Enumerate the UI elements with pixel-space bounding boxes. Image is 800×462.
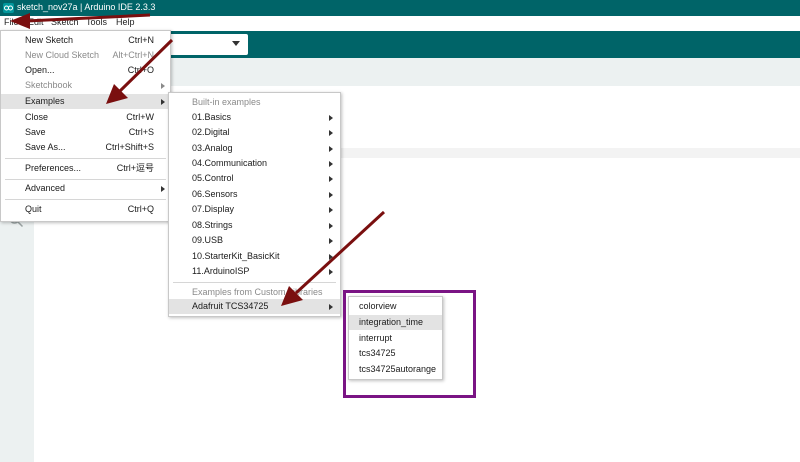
- menu-item-label: 02.Digital: [192, 127, 230, 137]
- shortcut-label: Ctrl+O: [127, 65, 154, 75]
- chevron-right-icon: [329, 130, 333, 136]
- menu-item-example[interactable]: 11.ArduinoISP: [169, 264, 340, 279]
- menu-item-advanced[interactable]: Advanced: [1, 181, 170, 196]
- annotation-highlight-box: [343, 290, 476, 398]
- chevron-right-icon: [161, 186, 165, 192]
- menu-item-example[interactable]: 08.Strings: [169, 218, 340, 233]
- menu-item-label: Examples: [25, 96, 65, 106]
- menu-item-save[interactable]: Save Ctrl+S: [1, 125, 170, 140]
- menu-item-label: Sketchbook: [25, 80, 73, 90]
- menu-item-example[interactable]: 04.Communication: [169, 156, 340, 171]
- menu-item-label: 10.StarterKit_BasicKit: [192, 251, 280, 261]
- menu-item-label: Close: [25, 112, 49, 122]
- chevron-right-icon: [161, 83, 165, 89]
- menu-item-quit[interactable]: Quit Ctrl+Q: [1, 202, 170, 217]
- menu-item-label: 07.Display: [192, 204, 235, 214]
- menu-header-label: Built-in examples: [192, 97, 261, 107]
- menu-item-label: Save As...: [25, 142, 66, 152]
- menu-sketch[interactable]: Sketch: [51, 17, 79, 27]
- menu-item-example[interactable]: 03.Analog: [169, 141, 340, 156]
- menu-item-sketchbook[interactable]: Sketchbook: [1, 78, 170, 93]
- menu-item-example[interactable]: 02.Digital: [169, 125, 340, 140]
- menu-item-label: New Sketch: [25, 35, 74, 45]
- chevron-right-icon: [329, 254, 333, 260]
- menu-item-adafruit-tcs34725[interactable]: Adafruit TCS34725: [169, 299, 340, 314]
- chevron-down-icon[interactable]: [232, 41, 240, 46]
- menu-file[interactable]: File: [4, 17, 19, 27]
- menu-item-label: Save: [25, 127, 46, 137]
- menu-separator: [5, 158, 166, 159]
- menu-bar: File Edit Sketch Tools Help: [0, 16, 800, 31]
- menu-help[interactable]: Help: [116, 17, 135, 27]
- menu-separator: [173, 282, 336, 283]
- menu-item-preferences[interactable]: Preferences... Ctrl+逗号: [1, 161, 170, 176]
- shortcut-label: Alt+Ctrl+N: [112, 50, 154, 60]
- menu-section-header: Built-in examples: [169, 95, 340, 110]
- menu-section-header: Examples from Custom Libraries: [169, 285, 340, 300]
- menu-item-new-cloud-sketch[interactable]: New Cloud Sketch Alt+Ctrl+N: [1, 48, 170, 63]
- menu-separator: [5, 199, 166, 200]
- chevron-right-icon: [329, 146, 333, 152]
- chevron-right-icon: [161, 99, 165, 105]
- window-title: sketch_nov27a | Arduino IDE 2.3.3: [17, 2, 156, 12]
- menu-item-new-sketch[interactable]: New Sketch Ctrl+N: [1, 33, 170, 48]
- chevron-right-icon: [329, 304, 333, 310]
- menu-edit[interactable]: Edit: [28, 17, 44, 27]
- shortcut-label: Ctrl+逗号: [116, 163, 154, 173]
- chevron-right-icon: [329, 161, 333, 167]
- chevron-right-icon: [329, 192, 333, 198]
- menu-item-label: New Cloud Sketch: [25, 50, 100, 60]
- file-menu: New Sketch Ctrl+N New Cloud Sketch Alt+C…: [0, 30, 171, 222]
- shortcut-label: Ctrl+Shift+S: [105, 142, 154, 152]
- menu-item-label: 03.Analog: [192, 143, 233, 153]
- arduino-logo-icon: [3, 3, 14, 13]
- menu-item-example[interactable]: 10.StarterKit_BasicKit: [169, 249, 340, 264]
- menu-item-label: Quit: [25, 204, 42, 214]
- menu-item-label: Adafruit TCS34725: [192, 301, 269, 311]
- menu-item-label: 09.USB: [192, 235, 224, 245]
- menu-item-label: Advanced: [25, 183, 66, 193]
- menu-item-example[interactable]: 06.Sensors: [169, 187, 340, 202]
- chevron-right-icon: [329, 223, 333, 229]
- examples-menu: Built-in examples 01.Basics 02.Digital 0…: [168, 92, 341, 317]
- menu-item-save-as[interactable]: Save As... Ctrl+Shift+S: [1, 140, 170, 155]
- menu-item-label: 05.Control: [192, 173, 234, 183]
- menu-item-close[interactable]: Close Ctrl+W: [1, 110, 170, 125]
- menu-item-label: 11.ArduinoISP: [192, 266, 250, 276]
- menu-item-example[interactable]: 09.USB: [169, 233, 340, 248]
- chevron-right-icon: [329, 176, 333, 182]
- menu-item-label: 06.Sensors: [192, 189, 238, 199]
- chevron-right-icon: [329, 269, 333, 275]
- menu-item-examples[interactable]: Examples: [1, 94, 170, 109]
- shortcut-label: Ctrl+N: [128, 35, 154, 45]
- chevron-right-icon: [329, 238, 333, 244]
- menu-separator: [5, 179, 166, 180]
- menu-item-example[interactable]: 07.Display: [169, 202, 340, 217]
- chevron-right-icon: [329, 115, 333, 121]
- menu-item-label: 01.Basics: [192, 112, 232, 122]
- menu-tools[interactable]: Tools: [86, 17, 107, 27]
- menu-item-label: Preferences...: [25, 163, 82, 173]
- shortcut-label: Ctrl+Q: [127, 204, 154, 214]
- menu-item-label: Open...: [25, 65, 55, 75]
- menu-item-label: 04.Communication: [192, 158, 268, 168]
- menu-item-open[interactable]: Open... Ctrl+O: [1, 63, 170, 78]
- chevron-right-icon: [329, 207, 333, 213]
- menu-item-example[interactable]: 05.Control: [169, 171, 340, 186]
- menu-header-label: Examples from Custom Libraries: [192, 287, 323, 297]
- editor-highlight-line: [340, 148, 800, 158]
- shortcut-label: Ctrl+S: [128, 127, 154, 137]
- menu-item-example[interactable]: 01.Basics: [169, 110, 340, 125]
- menu-item-label: 08.Strings: [192, 220, 233, 230]
- shortcut-label: Ctrl+W: [126, 112, 154, 122]
